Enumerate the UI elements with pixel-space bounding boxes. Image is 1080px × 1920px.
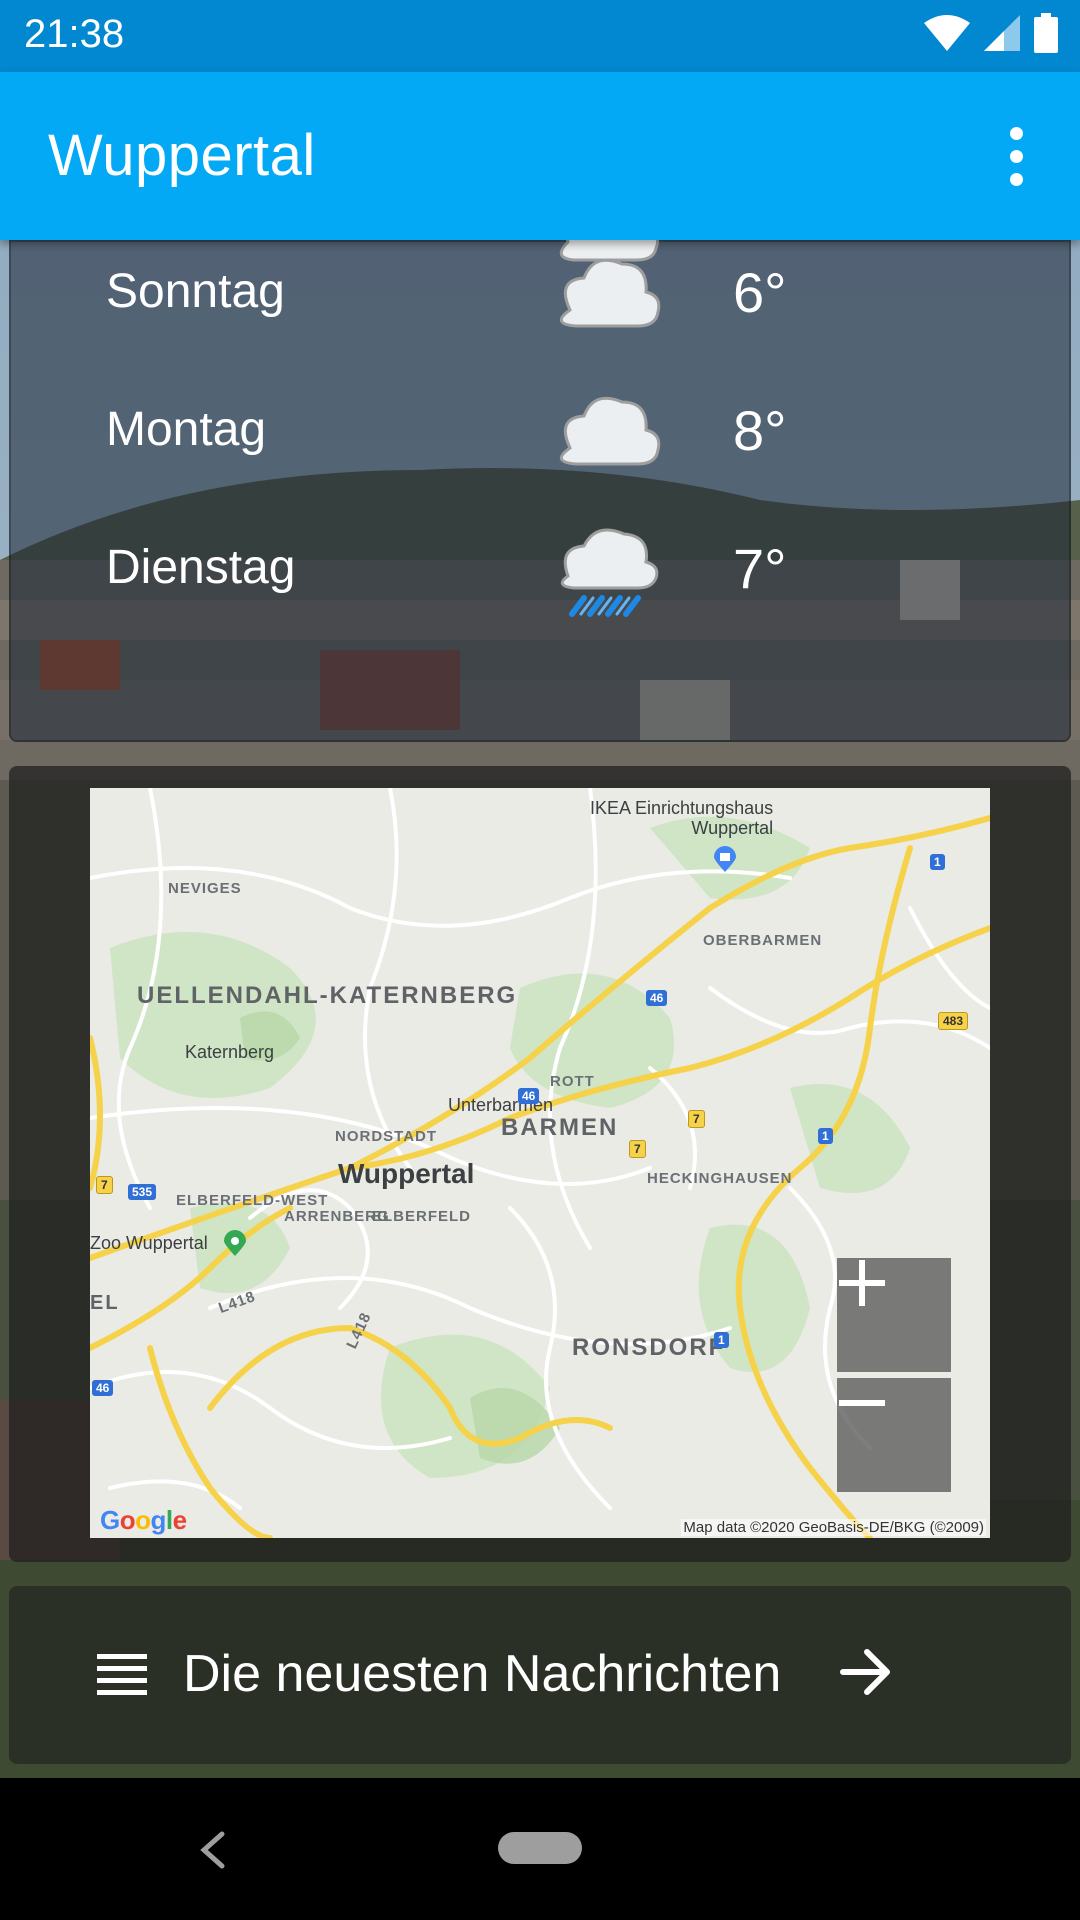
road-shield-a46: 46 (92, 1380, 114, 1396)
back-icon[interactable] (192, 1828, 232, 1872)
map-card: IKEA Einrichtungshaus Wuppertal NEVIGES … (9, 766, 1071, 1562)
list-icon (97, 1654, 147, 1700)
map-label-zoo: Zoo Wuppertal (90, 1233, 208, 1253)
zoom-out-button[interactable] (837, 1378, 951, 1492)
map-label-wuppertal: Wuppertal (338, 1158, 475, 1189)
status-bar: 21:38 (0, 0, 1080, 72)
map-attribution[interactable]: Map data ©2020 GeoBasis-DE/BKG (©2009) (681, 1519, 986, 1536)
map-label-heckinghausen: HECKINGHAUSEN (647, 1170, 793, 1187)
forecast-card: Sonntag 6° Montag 8° Dienstag 7° (9, 194, 1073, 742)
forecast-row: Montag 8° (11, 380, 1073, 490)
more-vert-icon (1009, 126, 1023, 140)
forecast-row: Sonntag 6° (11, 242, 1073, 352)
road-shield-a46: 46 (518, 1088, 540, 1104)
overflow-menu-button[interactable] (978, 116, 1054, 196)
news-link-label: Die neuesten Nachrichten (183, 1645, 782, 1703)
cloud-icon (546, 242, 666, 352)
map-label-uellendahl: UELLENDAHL-KATERNBERG (137, 982, 518, 1009)
map-label-neviges: NEVIGES (168, 880, 242, 897)
road-shield-b7: 7 (629, 1140, 646, 1158)
map-label-rott: ROTT (550, 1073, 595, 1090)
home-pill-button[interactable] (498, 1832, 582, 1864)
plus-icon (839, 1260, 885, 1306)
app-title: Wuppertal (48, 123, 316, 188)
forecast-day: Dienstag (106, 541, 296, 594)
app-bar: Wuppertal (0, 72, 1080, 240)
forecast-temp: 7° (733, 537, 787, 600)
forecast-temp: 8° (733, 399, 787, 462)
map-label-ikea: IKEA Einrichtungshaus Wuppertal (590, 798, 774, 838)
map-label-oberbarmen: OBERBARMEN (703, 932, 823, 949)
minus-icon (839, 1400, 885, 1406)
road-shield-b483: 483 (938, 1012, 969, 1030)
forecast-row: Dienstag 7° (11, 518, 1073, 628)
map-label-katernberg: Katernberg (185, 1042, 275, 1062)
wifi-icon (924, 15, 970, 55)
map-view[interactable]: IKEA Einrichtungshaus Wuppertal NEVIGES … (90, 788, 990, 1538)
map-label-elberfeld: ELBERFELD (372, 1208, 471, 1225)
status-icons (924, 13, 1058, 57)
google-logo: Google (100, 1505, 187, 1535)
rain-cloud-icon (546, 518, 666, 628)
news-card[interactable]: Die neuesten Nachrichten (9, 1586, 1071, 1764)
road-shield-a46: 46 (646, 990, 668, 1006)
forecast-day: Montag (106, 403, 267, 456)
road-shield-a1: 1 (714, 1332, 729, 1348)
battery-icon (1034, 13, 1058, 57)
road-shield-b7: 7 (96, 1176, 113, 1194)
road-shield-b535: 535 (128, 1184, 157, 1200)
map-label-barmen: BARMEN (501, 1114, 619, 1141)
cell-signal-icon (984, 15, 1020, 55)
map-label-ronsdorf: RONSDORF (572, 1334, 726, 1361)
map-label-nordstadt: NORDSTADT (335, 1128, 438, 1145)
road-shield-b7: 7 (688, 1110, 705, 1128)
map-label-el: EL (90, 1292, 120, 1314)
road-shield-a1: 1 (818, 1128, 833, 1144)
forecast-temp: 6° (733, 261, 787, 324)
cloud-icon (546, 380, 666, 490)
status-time: 21:38 (24, 12, 125, 56)
map-label-elberfeld-west: ELBERFELD-WEST (176, 1192, 329, 1209)
forecast-day: Sonntag (106, 265, 285, 318)
arrow-right-icon (839, 1644, 895, 1704)
road-shield-a1: 1 (930, 854, 945, 870)
zoom-in-button[interactable] (837, 1258, 951, 1372)
